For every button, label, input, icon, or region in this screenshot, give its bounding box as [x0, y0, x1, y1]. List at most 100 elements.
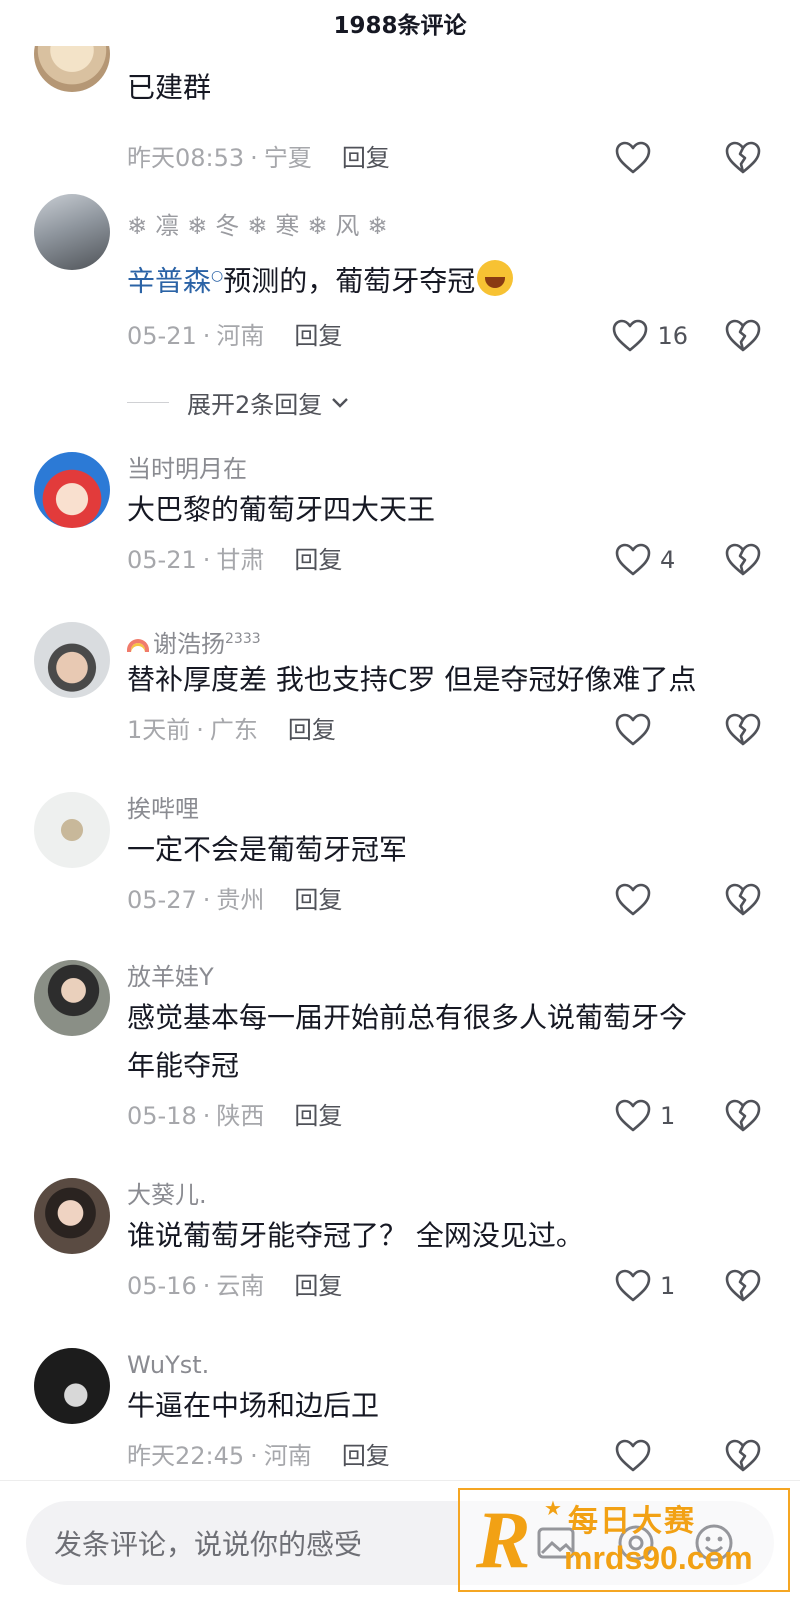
- reply-button[interactable]: 回复: [294, 322, 342, 350]
- comment-location: 甘肃: [216, 546, 265, 574]
- avatar[interactable]: [34, 194, 110, 270]
- comment-time: 1天前: [127, 716, 191, 744]
- comment-item: 谢浩扬2333 替补厚度差 我也支持C罗 但是夺冠好像难了点 1天前 · 广东 回复: [0, 622, 800, 782]
- like-button[interactable]: [614, 140, 688, 176]
- broken-heart-icon[interactable]: [724, 1438, 762, 1474]
- username[interactable]: 当时明月在: [127, 452, 760, 486]
- heart-icon: [615, 1439, 651, 1472]
- heart-icon: [615, 713, 651, 746]
- comment-text: 辛普森○预测的，葡萄牙夺冠: [127, 252, 760, 305]
- username[interactable]: 谢浩扬2333: [127, 622, 760, 658]
- expand-replies-label: 展开2条回复: [187, 390, 323, 419]
- comment-time: 05-21: [127, 546, 197, 574]
- username[interactable]: WuYst.: [127, 1348, 760, 1382]
- comment-meta: 昨天08:53 · 宁夏 回复: [127, 144, 390, 172]
- like-count: 16: [657, 322, 688, 350]
- reply-button[interactable]: 回复: [294, 1272, 342, 1300]
- reply-button[interactable]: 回复: [342, 1442, 390, 1470]
- like-count: 1: [660, 1102, 676, 1130]
- broken-heart-icon[interactable]: [724, 318, 762, 354]
- comment-meta: 1天前 · 广东 回复: [127, 716, 336, 744]
- comment-text: 大巴黎的葡萄牙四大天王: [127, 493, 436, 526]
- like-button[interactable]: 1: [614, 1098, 688, 1134]
- mention-link[interactable]: 辛普森: [127, 264, 211, 297]
- comment-item: WuYst. 牛逼在中场和边后卫 昨天22:45 · 河南 回复: [0, 1348, 800, 1480]
- comment-item: 已建群 昨天08:53 · 宁夏 回复: [0, 46, 800, 176]
- search-icon: ○: [211, 268, 224, 284]
- username[interactable]: 挨哔哩: [127, 792, 760, 826]
- comment-meta: 05-18 · 陕西 回复: [127, 1102, 343, 1130]
- comment-time: 05-21: [127, 322, 197, 350]
- avatar[interactable]: [34, 46, 110, 92]
- comment-text: 一定不会是葡萄牙冠军: [127, 833, 408, 866]
- like-button[interactable]: [614, 712, 688, 748]
- comment-location: 河南: [216, 322, 265, 350]
- like-button[interactable]: 4: [614, 542, 688, 578]
- like-button[interactable]: 16: [611, 318, 688, 354]
- heart-icon: [615, 1269, 651, 1302]
- avatar[interactable]: [34, 1178, 110, 1254]
- broken-heart-icon[interactable]: [724, 542, 762, 578]
- username[interactable]: ❄凛❄冬❄寒❄风❄: [127, 200, 760, 252]
- comment-text: 替补厚度差 我也支持C罗 但是夺冠好像难了点: [127, 663, 697, 696]
- divider: [127, 401, 169, 403]
- comment-item: 放羊娃Y 感觉基本每一届开始前总有很多人说葡萄牙今 年能夺冠 05-18 · 陕西回…: [0, 960, 800, 1170]
- laughing-tears-emoji: [477, 260, 514, 297]
- expand-replies-button[interactable]: 展开2条回复: [127, 382, 352, 422]
- heart-icon: [615, 1099, 651, 1132]
- like-button[interactable]: [614, 882, 688, 918]
- broken-heart-icon[interactable]: [724, 712, 762, 748]
- comment-item: 大葵儿. 谁说葡萄牙能夺冠了？ 全网没见过。 05-16 · 云南 回复 1: [0, 1178, 800, 1338]
- like-button[interactable]: [614, 1438, 688, 1474]
- star-icon: ★: [544, 1496, 562, 1520]
- chevron-down-icon: [332, 398, 349, 408]
- avatar[interactable]: [34, 452, 110, 528]
- broken-heart-icon[interactable]: [724, 882, 762, 918]
- comment-item: 当时明月在 大巴黎的葡萄牙四大天王 05-21 · 甘肃 回复 4: [0, 452, 800, 612]
- comment-input-placeholder: 发条评论，说说你的感受: [54, 1528, 363, 1561]
- comment-text: 谁说葡萄牙能夺冠了？ 全网没见过。: [127, 1219, 584, 1252]
- like-count: 1: [660, 1272, 676, 1300]
- comment-location: 河南: [263, 1442, 312, 1470]
- comment-meta: 05-21 · 河南 回复: [127, 322, 343, 350]
- comment-location: 云南: [216, 1272, 265, 1300]
- comment-text: 牛逼在中场和边后卫: [127, 1389, 380, 1422]
- heart-icon: [615, 141, 651, 174]
- broken-heart-icon[interactable]: [724, 1098, 762, 1134]
- reply-button[interactable]: 回复: [294, 886, 342, 914]
- rainbow-icon: [127, 639, 149, 652]
- comment-time: 05-16: [127, 1272, 197, 1300]
- reply-button[interactable]: 回复: [342, 144, 390, 172]
- reply-button[interactable]: 回复: [294, 546, 342, 574]
- heart-icon: [615, 543, 651, 576]
- heart-icon: [613, 319, 648, 352]
- broken-heart-icon[interactable]: [724, 1268, 762, 1304]
- comment-location: 宁夏: [263, 144, 312, 172]
- watermark-logo: R ★ 每日大赛 mrds90.com: [458, 1488, 790, 1592]
- username[interactable]: 大葵儿.: [127, 1178, 760, 1212]
- comment-count-title: 1988条评论: [333, 13, 467, 39]
- comment-meta: 昨天22:45 · 河南 回复: [127, 1442, 390, 1470]
- avatar[interactable]: [34, 1348, 110, 1424]
- reply-button[interactable]: 回复: [294, 1102, 342, 1130]
- comment-time: 昨天08:53: [127, 144, 245, 172]
- comment-item: 挨哔哩 一定不会是葡萄牙冠军 05-27 · 贵州 回复: [0, 792, 800, 952]
- reply-button[interactable]: 回复: [288, 716, 336, 744]
- comment-time: 昨天22:45: [127, 1442, 245, 1470]
- avatar[interactable]: [34, 792, 110, 868]
- comments-header: 1988条评论: [0, 0, 800, 46]
- username[interactable]: 放羊娃Y: [127, 960, 760, 994]
- comment-time: 05-27: [127, 886, 197, 914]
- comment-list[interactable]: 已建群 昨天08:53 · 宁夏 回复 ❄凛❄冬❄寒❄风❄ 辛普森○预测的，葡萄牙夺冠…: [0, 46, 800, 1480]
- avatar[interactable]: [34, 622, 110, 698]
- comment-meta: 05-21 · 甘肃 回复: [127, 546, 343, 574]
- comment-text: 已建群: [127, 71, 212, 104]
- like-button[interactable]: 1: [614, 1268, 688, 1304]
- avatar[interactable]: [34, 960, 110, 1036]
- comment-location: 陕西: [216, 1102, 265, 1130]
- broken-heart-icon[interactable]: [724, 140, 762, 176]
- comment-meta: 05-27 · 贵州 回复: [127, 886, 343, 914]
- comment-location: 广东: [209, 716, 258, 744]
- comment-item: ❄凛❄冬❄寒❄风❄ 辛普森○预测的，葡萄牙夺冠 05-21 · 河南 回复 16 展开…: [0, 194, 800, 454]
- comment-meta: 05-16 · 云南 回复: [127, 1272, 343, 1300]
